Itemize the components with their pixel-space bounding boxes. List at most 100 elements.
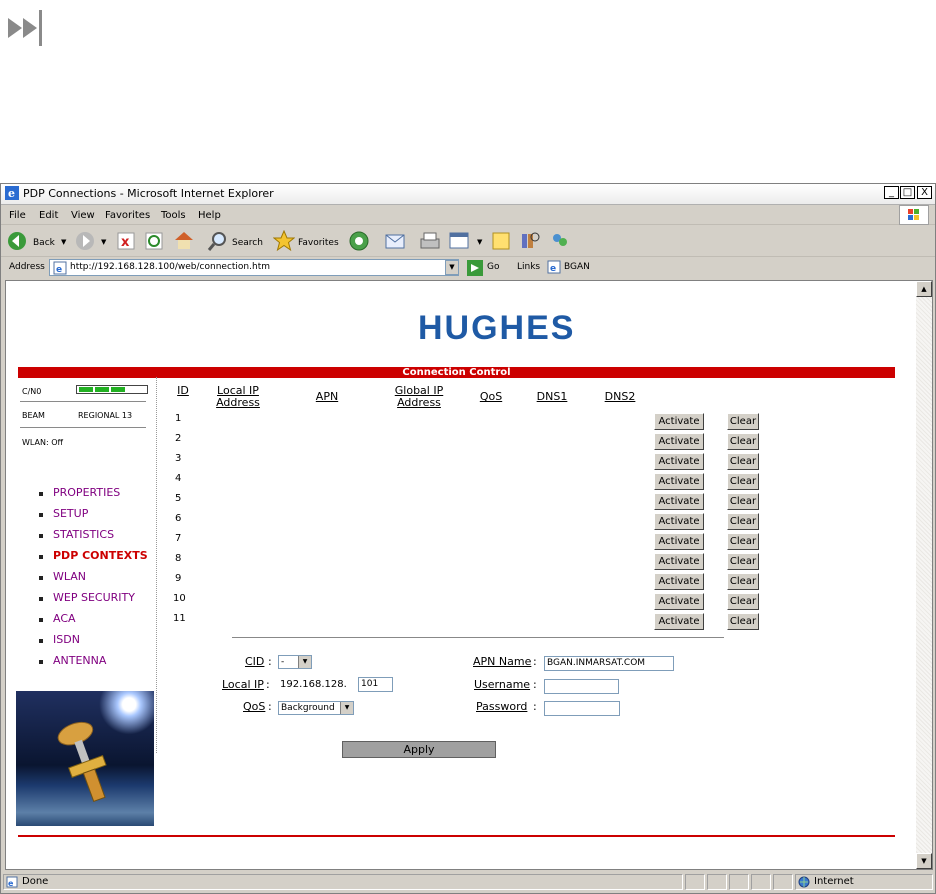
cid-label: CID bbox=[245, 655, 265, 668]
zone-text: Internet bbox=[814, 876, 854, 887]
research-icon[interactable] bbox=[519, 230, 541, 252]
minimize-button[interactable]: _ bbox=[884, 186, 899, 199]
status-cell bbox=[707, 874, 727, 890]
clear-button[interactable]: Clear bbox=[727, 573, 759, 590]
chevron-down-icon: ▼ bbox=[298, 656, 311, 668]
forward-arrow-icon[interactable] bbox=[75, 231, 95, 251]
status-text: Done bbox=[22, 876, 49, 887]
cid-value: - bbox=[281, 657, 285, 667]
address-input[interactable]: e http://192.168.128.100/web/connection.… bbox=[49, 259, 459, 276]
nav-wep-security[interactable]: WEP SECURITY bbox=[53, 591, 135, 604]
stop-icon[interactable]: x bbox=[117, 232, 135, 250]
forward-dropdown-icon[interactable]: ▼ bbox=[101, 238, 106, 246]
go-arrow-icon[interactable] bbox=[467, 260, 483, 276]
maximize-button[interactable]: □ bbox=[900, 186, 915, 199]
colon: : bbox=[268, 655, 272, 668]
activate-button[interactable]: Activate bbox=[654, 573, 704, 590]
nav-isdn[interactable]: ISDN bbox=[53, 633, 80, 646]
clear-button[interactable]: Clear bbox=[727, 533, 759, 550]
apn-name-label: APN Name bbox=[473, 655, 532, 668]
menu-view[interactable]: View bbox=[71, 210, 95, 221]
vertical-scrollbar[interactable]: ▲ ▼ bbox=[916, 281, 932, 869]
colon: : bbox=[533, 700, 537, 713]
home-icon[interactable] bbox=[173, 230, 195, 250]
row-id: 4 bbox=[175, 473, 182, 484]
activate-button[interactable]: Activate bbox=[654, 533, 704, 550]
menu-favorites[interactable]: Favorites bbox=[105, 210, 150, 221]
activate-button[interactable]: Activate bbox=[654, 493, 704, 510]
nav-wlan[interactable]: WLAN bbox=[53, 570, 86, 583]
activate-button[interactable]: Activate bbox=[654, 513, 704, 530]
nav-antenna[interactable]: ANTENNA bbox=[53, 654, 106, 667]
menu-help[interactable]: Help bbox=[198, 210, 221, 221]
qos-select[interactable]: Background ▼ bbox=[278, 701, 354, 715]
skip-forward-icon[interactable] bbox=[6, 8, 54, 48]
menu-tools[interactable]: Tools bbox=[161, 210, 186, 221]
address-url: http://192.168.128.100/web/connection.ht… bbox=[70, 262, 270, 272]
clear-button[interactable]: Clear bbox=[727, 413, 759, 430]
activate-button[interactable]: Activate bbox=[654, 613, 704, 630]
back-arrow-icon[interactable] bbox=[7, 231, 27, 251]
favorites-star-icon[interactable] bbox=[273, 230, 295, 252]
clear-button[interactable]: Clear bbox=[727, 453, 759, 470]
discuss-icon[interactable] bbox=[491, 231, 511, 251]
menu-file[interactable]: File bbox=[9, 210, 26, 221]
links-label[interactable]: Links bbox=[517, 262, 540, 272]
nav-properties[interactable]: PROPERTIES bbox=[53, 486, 120, 499]
activate-button[interactable]: Activate bbox=[654, 433, 704, 450]
globe-icon bbox=[798, 876, 810, 888]
media-icon[interactable] bbox=[349, 231, 369, 251]
favorites-button-label[interactable]: Favorites bbox=[298, 238, 339, 248]
nav-bullet bbox=[39, 492, 43, 496]
go-button[interactable]: Go bbox=[487, 262, 499, 272]
clear-button[interactable]: Clear bbox=[727, 593, 759, 610]
row-id: 8 bbox=[175, 553, 182, 564]
activate-button[interactable]: Activate bbox=[654, 413, 704, 430]
clear-button[interactable]: Clear bbox=[727, 553, 759, 570]
activate-button[interactable]: Activate bbox=[654, 453, 704, 470]
apn-name-input[interactable]: BGAN.INMARSAT.COM bbox=[544, 656, 674, 671]
apply-button[interactable]: Apply bbox=[342, 741, 496, 758]
nav-statistics[interactable]: STATISTICS bbox=[53, 528, 114, 541]
nav-pdp-contexts[interactable]: PDP CONTEXTS bbox=[53, 549, 148, 562]
row-id: 3 bbox=[175, 453, 182, 464]
cid-select[interactable]: - ▼ bbox=[278, 655, 312, 669]
search-icon[interactable] bbox=[207, 230, 229, 252]
activate-button[interactable]: Activate bbox=[654, 473, 704, 490]
nav-aca[interactable]: ACA bbox=[53, 612, 76, 625]
nav-bullet bbox=[39, 597, 43, 601]
scroll-up-icon[interactable]: ▲ bbox=[916, 281, 932, 297]
local-ip-input[interactable]: 101 bbox=[358, 677, 393, 692]
clear-button[interactable]: Clear bbox=[727, 493, 759, 510]
search-button-label[interactable]: Search bbox=[232, 238, 263, 248]
address-dropdown-icon[interactable]: ▼ bbox=[445, 260, 459, 275]
clear-button[interactable]: Clear bbox=[727, 473, 759, 490]
colon: : bbox=[266, 678, 270, 691]
mail-icon[interactable] bbox=[385, 232, 407, 250]
password-input[interactable] bbox=[544, 701, 620, 716]
page-content: HUGHES Connection Control C/N0 BEAM REGI… bbox=[5, 280, 933, 870]
clear-button[interactable]: Clear bbox=[727, 513, 759, 530]
back-dropdown-icon[interactable]: ▼ bbox=[61, 238, 66, 246]
refresh-icon[interactable] bbox=[145, 232, 163, 250]
messenger-icon[interactable] bbox=[549, 230, 571, 252]
nav-setup[interactable]: SETUP bbox=[53, 507, 88, 520]
clear-button[interactable]: Clear bbox=[727, 613, 759, 630]
scroll-down-icon[interactable]: ▼ bbox=[916, 853, 932, 869]
zone-cell: Internet bbox=[795, 874, 933, 890]
activate-button[interactable]: Activate bbox=[654, 553, 704, 570]
menu-edit[interactable]: Edit bbox=[39, 210, 58, 221]
edit-icon[interactable] bbox=[449, 232, 471, 250]
close-button[interactable]: X bbox=[917, 186, 932, 199]
edit-dropdown-icon[interactable]: ▼ bbox=[477, 238, 482, 246]
local-ip-prefix: 192.168.128. bbox=[280, 679, 347, 690]
username-input[interactable] bbox=[544, 679, 619, 694]
print-icon[interactable] bbox=[419, 231, 441, 251]
activate-button[interactable]: Activate bbox=[654, 593, 704, 610]
bookmark-bgan[interactable]: BGAN bbox=[564, 262, 590, 272]
wlan-status: WLAN: Off bbox=[22, 438, 64, 447]
ie-logo-icon: e bbox=[5, 186, 19, 200]
back-button-label[interactable]: Back bbox=[33, 238, 55, 248]
svg-text:e: e bbox=[56, 265, 62, 275]
clear-button[interactable]: Clear bbox=[727, 433, 759, 450]
